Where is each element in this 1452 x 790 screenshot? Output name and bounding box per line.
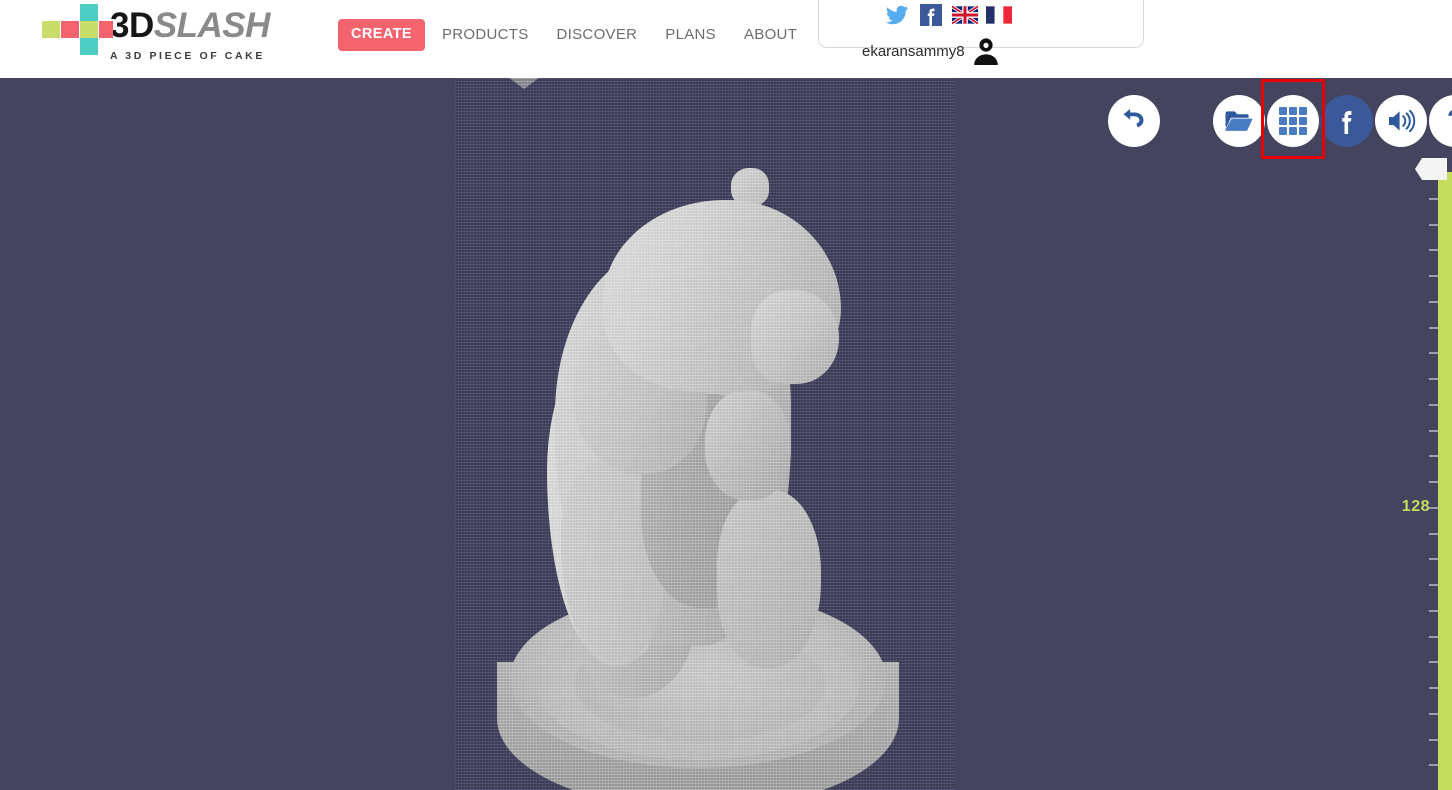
brand-tagline: A 3D PIECE OF CAKE (110, 50, 265, 62)
slider-value-label: 128 (1401, 498, 1430, 515)
slider-handle-icon[interactable] (1415, 158, 1447, 180)
logo-mark-icon (42, 4, 113, 55)
slider-tick (1429, 636, 1438, 638)
viewport-toolbar (1108, 95, 1452, 147)
slider-tick (1429, 404, 1438, 406)
flag-uk-icon[interactable] (952, 3, 978, 27)
user-account[interactable]: ekaransammy8 (862, 36, 999, 66)
slider-tick (1429, 275, 1438, 277)
brand-wordmark: 3DSLASH (110, 8, 270, 43)
slider-tick (1429, 507, 1438, 509)
help-icon[interactable] (1429, 95, 1452, 147)
wordmark-slash: SLASH (153, 6, 271, 45)
brand-text: 3DSLASH A 3D PIECE OF CAKE (110, 3, 270, 62)
facebook-icon[interactable] (918, 3, 944, 27)
slider-tick (1429, 661, 1438, 663)
model-viewport[interactable] (0, 78, 1452, 790)
slider-tick (1429, 481, 1438, 483)
slider-tick (1429, 764, 1438, 766)
slider-tick (1429, 713, 1438, 715)
slider-tick (1429, 301, 1438, 303)
slider-tick (1429, 687, 1438, 689)
grid-icon[interactable] (1267, 95, 1319, 147)
site-header: 3DSLASH A 3D PIECE OF CAKE CREATE PRODUC… (0, 0, 1452, 78)
nav-create-button[interactable]: CREATE (338, 19, 425, 51)
slider-tick (1429, 584, 1438, 586)
user-avatar-icon[interactable] (973, 36, 999, 66)
brand-logo[interactable]: 3DSLASH A 3D PIECE OF CAKE (42, 3, 270, 62)
slider-tick (1429, 224, 1438, 226)
open-folder-icon[interactable] (1213, 95, 1265, 147)
slider-tick (1429, 249, 1438, 251)
layer-slider[interactable]: 128 (1400, 78, 1452, 790)
model-leg-right (717, 490, 821, 668)
social-language-row (884, 3, 1012, 27)
slider-tick (1429, 558, 1438, 560)
slider-tick (1429, 739, 1438, 741)
slider-tick (1429, 455, 1438, 457)
nav-link-plans[interactable]: PLANS (654, 27, 727, 42)
slider-tick (1429, 327, 1438, 329)
nav-link-about[interactable]: ABOUT (733, 27, 808, 42)
slider-tick (1429, 533, 1438, 535)
slider-tick (1429, 430, 1438, 432)
main-navigation: CREATE PRODUCTS DISCOVER PLANS ABOUT (338, 19, 808, 51)
slider-ticks (1426, 172, 1438, 790)
slider-tick (1429, 198, 1438, 200)
slider-track[interactable] (1438, 172, 1452, 790)
wordmark-3d: 3D (110, 6, 154, 45)
nav-link-discover[interactable]: DISCOVER (546, 27, 649, 42)
slider-tick (1429, 378, 1438, 380)
app-root: 3DSLASH A 3D PIECE OF CAKE CREATE PRODUC… (0, 0, 1452, 790)
voxel-bear-sculpture[interactable] (455, 78, 955, 790)
sound-icon[interactable] (1375, 95, 1427, 147)
twitter-icon[interactable] (884, 3, 910, 27)
model-snout (751, 290, 839, 384)
username-label: ekaransammy8 (862, 42, 965, 60)
nav-link-products[interactable]: PRODUCTS (431, 27, 540, 42)
facebook-share-icon[interactable] (1321, 95, 1373, 147)
flag-fr-icon[interactable] (986, 3, 1012, 27)
undo-icon[interactable] (1108, 95, 1160, 147)
slider-tick (1429, 610, 1438, 612)
slider-tick (1429, 352, 1438, 354)
model-arm (705, 390, 791, 500)
